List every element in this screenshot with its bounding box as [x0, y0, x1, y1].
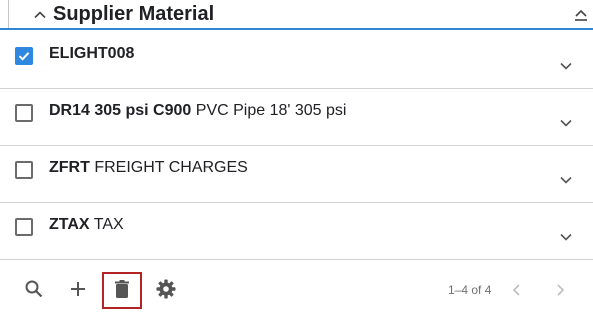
previous-page-icon[interactable]	[509, 282, 525, 298]
supplier-material-panel: Supplier Material ELIGHT008 DR14 305 psi…	[0, 0, 593, 323]
item-description: FREIGHT CHARGES	[94, 159, 248, 176]
pagination-label: 1–4 of 4	[448, 283, 492, 297]
item-code: DR14 305 psi C900	[49, 102, 192, 119]
chevron-up-icon[interactable]	[31, 6, 49, 24]
list-item[interactable]: ZFRT FREIGHT CHARGES	[0, 146, 593, 203]
item-label: DR14 305 psi C900 PVC Pipe 18' 305 psi	[49, 102, 346, 120]
chevron-down-icon[interactable]	[557, 57, 575, 75]
item-label: ZTAX TAX	[49, 216, 124, 234]
next-page-icon[interactable]	[552, 282, 568, 298]
list-item[interactable]: DR14 305 psi C900 PVC Pipe 18' 305 psi	[0, 89, 593, 146]
chevron-down-icon[interactable]	[557, 228, 575, 246]
chevron-down-icon[interactable]	[557, 171, 575, 189]
list-toolbar: 1–4 of 4	[0, 268, 593, 316]
search-icon[interactable]	[23, 278, 45, 300]
item-checkbox[interactable]	[15, 104, 33, 122]
delete-icon[interactable]	[111, 278, 133, 300]
item-code: ZTAX	[49, 216, 90, 233]
settings-icon[interactable]	[155, 278, 177, 300]
item-checkbox[interactable]	[15, 47, 33, 65]
item-label: ZFRT FREIGHT CHARGES	[49, 159, 248, 177]
item-checkbox[interactable]	[15, 218, 33, 236]
item-code: ZFRT	[49, 159, 90, 176]
add-icon[interactable]	[67, 278, 89, 300]
list-item[interactable]: ELIGHT008	[0, 32, 593, 89]
item-description: PVC Pipe 18' 305 psi	[195, 102, 347, 119]
chevron-down-icon[interactable]	[557, 114, 575, 132]
panel-header: Supplier Material	[0, 0, 593, 30]
item-label: ELIGHT008	[49, 45, 134, 63]
item-checkbox[interactable]	[15, 161, 33, 179]
item-code: ELIGHT008	[49, 45, 135, 62]
collapse-section-icon[interactable]	[572, 6, 590, 24]
panel-title: Supplier Material	[53, 3, 215, 25]
item-description: TAX	[93, 216, 124, 233]
list-item[interactable]: ZTAX TAX	[0, 203, 593, 260]
